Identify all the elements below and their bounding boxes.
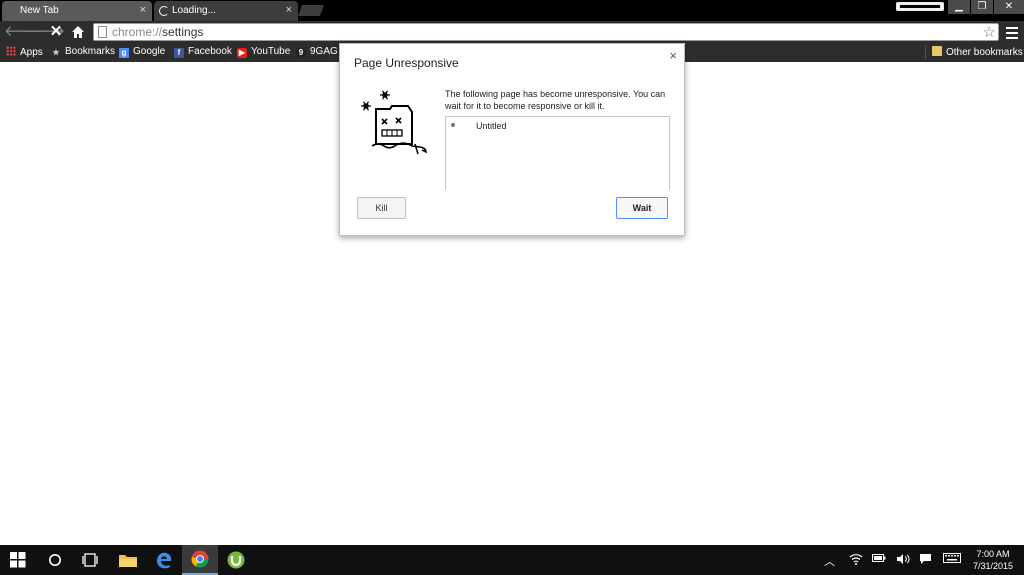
close-window-button[interactable]: ✕ (994, 0, 1024, 14)
taskbar: ︿ 7:00 AM 7/31/2015 (0, 545, 1024, 575)
chevron-up-icon[interactable]: ︿ (824, 553, 835, 569)
apps-icon (6, 46, 16, 56)
bullet-icon (451, 123, 455, 127)
bookmark-facebook[interactable]: f Facebook (174, 46, 232, 58)
wifi-icon[interactable] (849, 553, 863, 568)
bookmark-star-icon[interactable]: ☆ (983, 23, 996, 41)
bookmark-apps[interactable]: Apps (6, 46, 43, 58)
youtube-icon: ▶ (237, 48, 247, 58)
clock-time: 7:00 AM (976, 549, 1010, 559)
battery-icon[interactable] (872, 553, 886, 566)
new-tab-button[interactable] (297, 5, 325, 16)
google-icon: g (119, 48, 129, 58)
keyboard-icon[interactable] (943, 553, 961, 566)
divider (925, 46, 926, 59)
bookmark-youtube[interactable]: ▶ YouTube (237, 46, 290, 58)
tab-new-tab[interactable]: New Tab × (2, 1, 152, 21)
tab-title: Loading... (172, 5, 216, 16)
page-icon (98, 26, 107, 38)
wait-button[interactable]: Wait (616, 197, 668, 219)
bookmark-other-bookmarks[interactable]: Other bookmarks (932, 46, 1023, 58)
system-clock[interactable]: 7:00 AM 7/31/2015 (968, 548, 1018, 572)
tab-title: New Tab (20, 5, 59, 16)
dialog-message: The following page has become unresponsi… (445, 89, 666, 111)
bookmark-bookmarks[interactable]: ★ Bookmarks (51, 46, 115, 58)
utorrent-icon[interactable] (218, 545, 254, 575)
facebook-icon: f (174, 48, 184, 58)
toolbar: 🡐 🡒 ✕ chrome://settings ☆ (0, 21, 1024, 43)
action-center-icon[interactable] (919, 553, 932, 568)
bookmark-google[interactable]: g Google (119, 46, 165, 58)
tab-strip: New Tab × Loading... × ▁ ❐ ✕ (0, 0, 1024, 21)
address-bar[interactable]: chrome://settings ☆ (93, 23, 999, 41)
back-arrow-icon[interactable]: 🡐 (4, 23, 44, 41)
page-unresponsive-dialog: Page Unresponsive × The following page h (339, 43, 685, 236)
forward-arrow-icon[interactable]: 🡒 (25, 23, 65, 41)
start-button[interactable] (0, 545, 36, 575)
frozen-page-icon (361, 90, 427, 155)
list-item: Untitled (476, 121, 507, 131)
file-explorer-icon[interactable] (110, 545, 146, 575)
url-text[interactable]: chrome://settings (112, 25, 203, 39)
search-cortana-icon[interactable] (36, 545, 72, 575)
tab-close-icon[interactable]: × (286, 4, 292, 16)
task-view-icon[interactable] (72, 545, 108, 575)
clock-date: 7/31/2015 (972, 561, 1014, 571)
star-icon: ★ (52, 48, 60, 57)
bookmark-9gag[interactable]: 9 9GAG - (296, 46, 344, 58)
folder-icon (932, 46, 942, 56)
volume-icon[interactable] (896, 553, 910, 568)
tab-close-icon[interactable]: × (140, 4, 146, 16)
home-icon[interactable] (69, 23, 87, 41)
unresponsive-pages-list: Untitled (445, 116, 670, 190)
chrome-menu-icon[interactable] (1005, 24, 1019, 40)
edge-browser-icon[interactable] (146, 545, 182, 575)
close-icon[interactable]: × (669, 48, 677, 63)
loading-spinner-icon (159, 6, 169, 16)
stop-icon[interactable]: ✕ (47, 23, 65, 41)
tab-loading[interactable]: Loading... × (154, 1, 298, 21)
restore-button[interactable]: ❐ (971, 0, 993, 14)
minimize-button[interactable]: ▁ (948, 0, 970, 14)
9gag-icon: 9 (296, 48, 306, 58)
dialog-title: Page Unresponsive (354, 56, 459, 70)
kill-button[interactable]: Kill (357, 197, 406, 219)
chrome-taskbar-icon[interactable] (182, 545, 218, 575)
profile-avatar[interactable] (896, 2, 944, 11)
